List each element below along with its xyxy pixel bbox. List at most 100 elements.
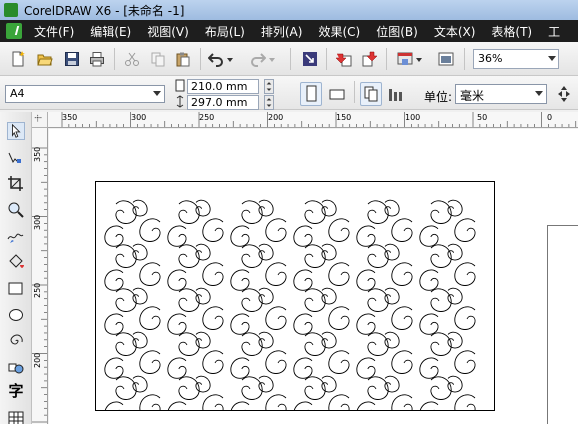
menu-tools[interactable]: 工 (548, 23, 560, 40)
undo-icon[interactable] (208, 51, 224, 67)
window-title: CorelDRAW X6 - [未命名 -1] (24, 3, 185, 18)
zoom-level-value: 36% (478, 52, 503, 65)
freehand-tool-icon[interactable] (7, 227, 25, 245)
swirl-shape (202, 306, 224, 330)
menu-edit[interactable]: 编辑(E) (90, 23, 131, 40)
swirl-shape (167, 225, 187, 247)
paste-icon[interactable] (175, 51, 191, 67)
toolbar-separator (386, 48, 387, 70)
cut-icon[interactable] (124, 51, 140, 67)
smart-fill-icon[interactable] (7, 253, 25, 271)
text-tool-icon[interactable]: 字 (7, 382, 25, 400)
menu-layout[interactable]: 布局(L) (205, 23, 245, 40)
basic-shapes-icon[interactable] (7, 358, 25, 376)
swirl-shape (139, 350, 161, 374)
pick-tool-icon[interactable] (7, 122, 25, 140)
current-page-button[interactable] (386, 82, 408, 106)
swirl-shape (454, 306, 476, 330)
swirl-shape (391, 262, 413, 286)
export-icon[interactable] (362, 51, 378, 67)
toolbar-separator (326, 48, 327, 70)
horizontal-ruler-ticks (61, 112, 577, 127)
swirl-shape (293, 401, 313, 423)
swirl-shape (265, 218, 287, 242)
swirl-shape (167, 313, 187, 335)
crop-tool-icon[interactable] (7, 175, 25, 193)
page-width-spinner[interactable] (264, 79, 274, 94)
swirl-shape (167, 357, 187, 379)
page-height-spinner[interactable] (264, 95, 274, 110)
menu-bitmaps[interactable]: 位图(B) (376, 23, 418, 40)
unit-select[interactable]: 毫米 (455, 84, 547, 104)
swirl-shape (293, 269, 313, 291)
unit-value: 毫米 (460, 89, 485, 103)
current-page-icon (389, 89, 402, 101)
swirl-shape (230, 269, 250, 291)
menu-view[interactable]: 视图(V) (147, 23, 189, 40)
all-pages-button[interactable] (360, 82, 382, 106)
save-icon[interactable] (64, 51, 80, 67)
swirl-shape (202, 218, 224, 242)
ruler-label: 0 (547, 113, 553, 122)
swirl-shape (265, 350, 287, 374)
swirl-shape (328, 350, 350, 374)
landscape-button[interactable] (326, 82, 348, 106)
vertical-ruler[interactable]: 350 300 250 200 (32, 128, 48, 424)
portrait-button[interactable] (300, 82, 322, 106)
swirl-shape (356, 357, 376, 379)
open-icon[interactable] (37, 51, 53, 67)
app-logo-icon (6, 23, 22, 39)
page-width-value: 210.0 mm (191, 80, 248, 93)
swirl-shape (139, 218, 161, 242)
menu-text[interactable]: 文本(X) (434, 23, 476, 40)
spiral-tool-icon[interactable] (7, 332, 25, 350)
welcome-screen-icon[interactable] (438, 51, 454, 67)
rectangle-tool-icon[interactable] (7, 280, 25, 298)
search-content-icon[interactable] (302, 51, 318, 67)
ruler-origin[interactable] (32, 112, 48, 128)
zoom-tool-icon[interactable] (7, 201, 25, 219)
app-launcher-icon[interactable] (397, 51, 413, 67)
swirl-shape (454, 262, 476, 286)
page-height-value: 297.0 mm (191, 96, 248, 109)
redo-icon[interactable] (250, 51, 266, 67)
nudge-distance-icon[interactable] (556, 84, 572, 104)
menu-effects[interactable]: 效果(C) (318, 23, 360, 40)
undo-dropdown-icon[interactable] (226, 51, 234, 67)
page-height-icon (176, 95, 184, 108)
page-height-field[interactable]: 297.0 mm (187, 95, 259, 110)
drawing-canvas[interactable] (49, 129, 578, 424)
menu-arrange[interactable]: 排列(A) (261, 23, 303, 40)
spinner-arrows-icon (266, 82, 272, 91)
page-size-select[interactable]: A4 (5, 85, 165, 103)
swirl-shape (391, 394, 413, 418)
app-launcher-dropdown-icon[interactable] (415, 51, 423, 67)
horizontal-ruler[interactable]: 350 300 250 200 150 100 50 0 (48, 112, 578, 128)
page-width-icon (175, 79, 185, 92)
print-icon[interactable] (89, 51, 105, 67)
vertical-ruler-ticks (32, 147, 47, 423)
new-icon[interactable] (10, 51, 26, 67)
import-icon[interactable] (336, 51, 352, 67)
title-bar: CorelDRAW X6 - [未命名 -1] (0, 0, 578, 20)
page-width-field[interactable]: 210.0 mm (187, 79, 259, 94)
swirl-shape (391, 306, 413, 330)
swirl-shape (202, 394, 224, 418)
table-tool-icon[interactable] (7, 410, 25, 424)
document-page[interactable] (95, 181, 495, 423)
ruler-label: 200 (33, 352, 42, 368)
swirl-shape (419, 401, 439, 423)
shape-tool-icon[interactable] (7, 149, 25, 167)
zoom-level-select[interactable]: 36% (473, 49, 559, 69)
redo-dropdown-icon[interactable] (268, 51, 276, 67)
copy-icon[interactable] (150, 51, 166, 67)
chevron-down-icon (535, 91, 543, 96)
ellipse-tool-icon[interactable] (7, 306, 25, 324)
menu-table[interactable]: 表格(T) (491, 23, 532, 40)
page-size-value: A4 (10, 87, 25, 100)
menu-file[interactable]: 文件(F) (34, 23, 74, 40)
swirl-pattern-artwork[interactable] (96, 182, 494, 423)
swirl-shape (356, 401, 376, 423)
swirl-shape (391, 218, 413, 242)
swirl-shape (293, 313, 313, 335)
